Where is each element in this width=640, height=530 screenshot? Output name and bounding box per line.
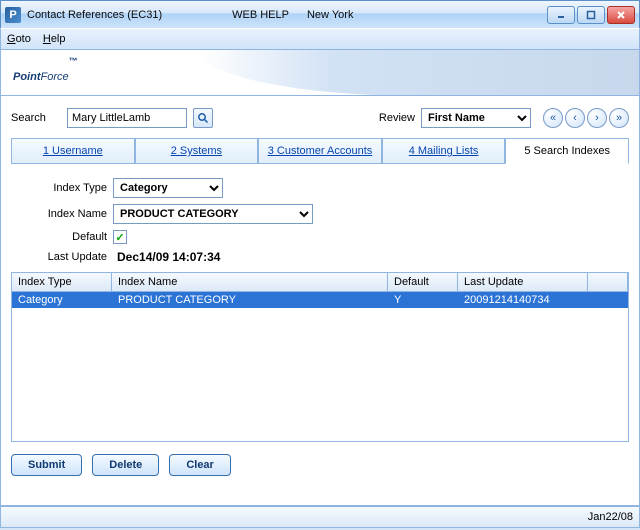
clear-button[interactable]: Clear <box>169 454 231 476</box>
cell-default: Y <box>388 292 458 308</box>
search-row: Search Review First Name « ‹ › » <box>11 108 629 128</box>
cell-last-update: 20091214140734 <box>458 292 588 308</box>
grid-header: Index Type Index Name Default Last Updat… <box>12 273 628 292</box>
last-update-label: Last Update <box>31 251 113 263</box>
button-bar: Submit Delete Clear <box>11 454 629 476</box>
review-label: Review <box>379 112 415 124</box>
grid-body[interactable]: Category PRODUCT CATEGORY Y 200912141407… <box>12 292 628 441</box>
col-index-type[interactable]: Index Type <box>12 273 112 291</box>
nav-first-icon[interactable]: « <box>543 108 563 128</box>
logo: PointForce™ <box>13 56 78 87</box>
menu-bar: Goto Help <box>0 28 640 50</box>
index-name-label: Index Name <box>31 208 113 220</box>
col-index-name[interactable]: Index Name <box>112 273 388 291</box>
window-controls <box>547 6 635 24</box>
index-type-select[interactable]: Category <box>113 178 223 198</box>
close-button[interactable] <box>607 6 635 24</box>
webhelp-label[interactable]: WEB HELP <box>232 9 289 21</box>
app-icon: P <box>5 7 21 23</box>
form-area: Index Type Category Index Name PRODUCT C… <box>31 178 629 264</box>
submit-button[interactable]: Submit <box>11 454 82 476</box>
client-area: Search Review First Name « ‹ › » 1 Usern… <box>0 96 640 506</box>
logo-force: Force <box>41 71 69 83</box>
table-row[interactable]: Category PRODUCT CATEGORY Y 200912141407… <box>12 292 628 308</box>
col-spacer <box>588 273 628 291</box>
index-name-select[interactable]: PRODUCT CATEGORY <box>113 204 313 224</box>
status-bar: Jan22/08 <box>0 506 640 528</box>
nav-prev-icon[interactable]: ‹ <box>565 108 585 128</box>
col-last-update[interactable]: Last Update <box>458 273 588 291</box>
menu-goto[interactable]: Goto <box>7 33 31 45</box>
nav-next-icon[interactable]: › <box>587 108 607 128</box>
tab-strip: 1 Username 2 Systems 3 Customer Accounts… <box>11 138 629 164</box>
logo-tm: ™ <box>69 56 78 66</box>
window-title: Contact References (EC31) <box>27 9 162 21</box>
branding-banner: PointForce™ <box>0 50 640 96</box>
review-select[interactable]: First Name <box>421 108 531 128</box>
maximize-button[interactable] <box>577 6 605 24</box>
cell-index-name: PRODUCT CATEGORY <box>112 292 388 308</box>
location-label: New York <box>307 9 353 21</box>
search-input[interactable] <box>67 108 187 128</box>
title-bar: P Contact References (EC31) WEB HELP New… <box>0 0 640 28</box>
tab-search-indexes[interactable]: 5 Search Indexes <box>505 138 629 164</box>
minimize-button[interactable] <box>547 6 575 24</box>
nav-buttons: « ‹ › » <box>543 108 629 128</box>
tab-systems[interactable]: 2 Systems <box>135 138 259 163</box>
search-label: Search <box>11 112 61 124</box>
col-default[interactable]: Default <box>388 273 458 291</box>
search-icon[interactable] <box>193 108 213 128</box>
tab-mailing-lists[interactable]: 4 Mailing Lists <box>382 138 506 163</box>
nav-last-icon[interactable]: » <box>609 108 629 128</box>
results-grid: Index Type Index Name Default Last Updat… <box>11 272 629 442</box>
tab-customer-accounts[interactable]: 3 Customer Accounts <box>258 138 382 163</box>
tab-username[interactable]: 1 Username <box>11 138 135 163</box>
default-checkbox[interactable]: ✓ <box>113 230 127 244</box>
cell-index-type: Category <box>12 292 112 308</box>
delete-button[interactable]: Delete <box>92 454 159 476</box>
status-date: Jan22/08 <box>588 511 633 523</box>
menu-help[interactable]: Help <box>43 33 66 45</box>
logo-point: Point <box>13 71 41 83</box>
last-update-value: Dec14/09 14:07:34 <box>117 250 220 264</box>
default-label: Default <box>31 231 113 243</box>
index-type-label: Index Type <box>31 182 113 194</box>
